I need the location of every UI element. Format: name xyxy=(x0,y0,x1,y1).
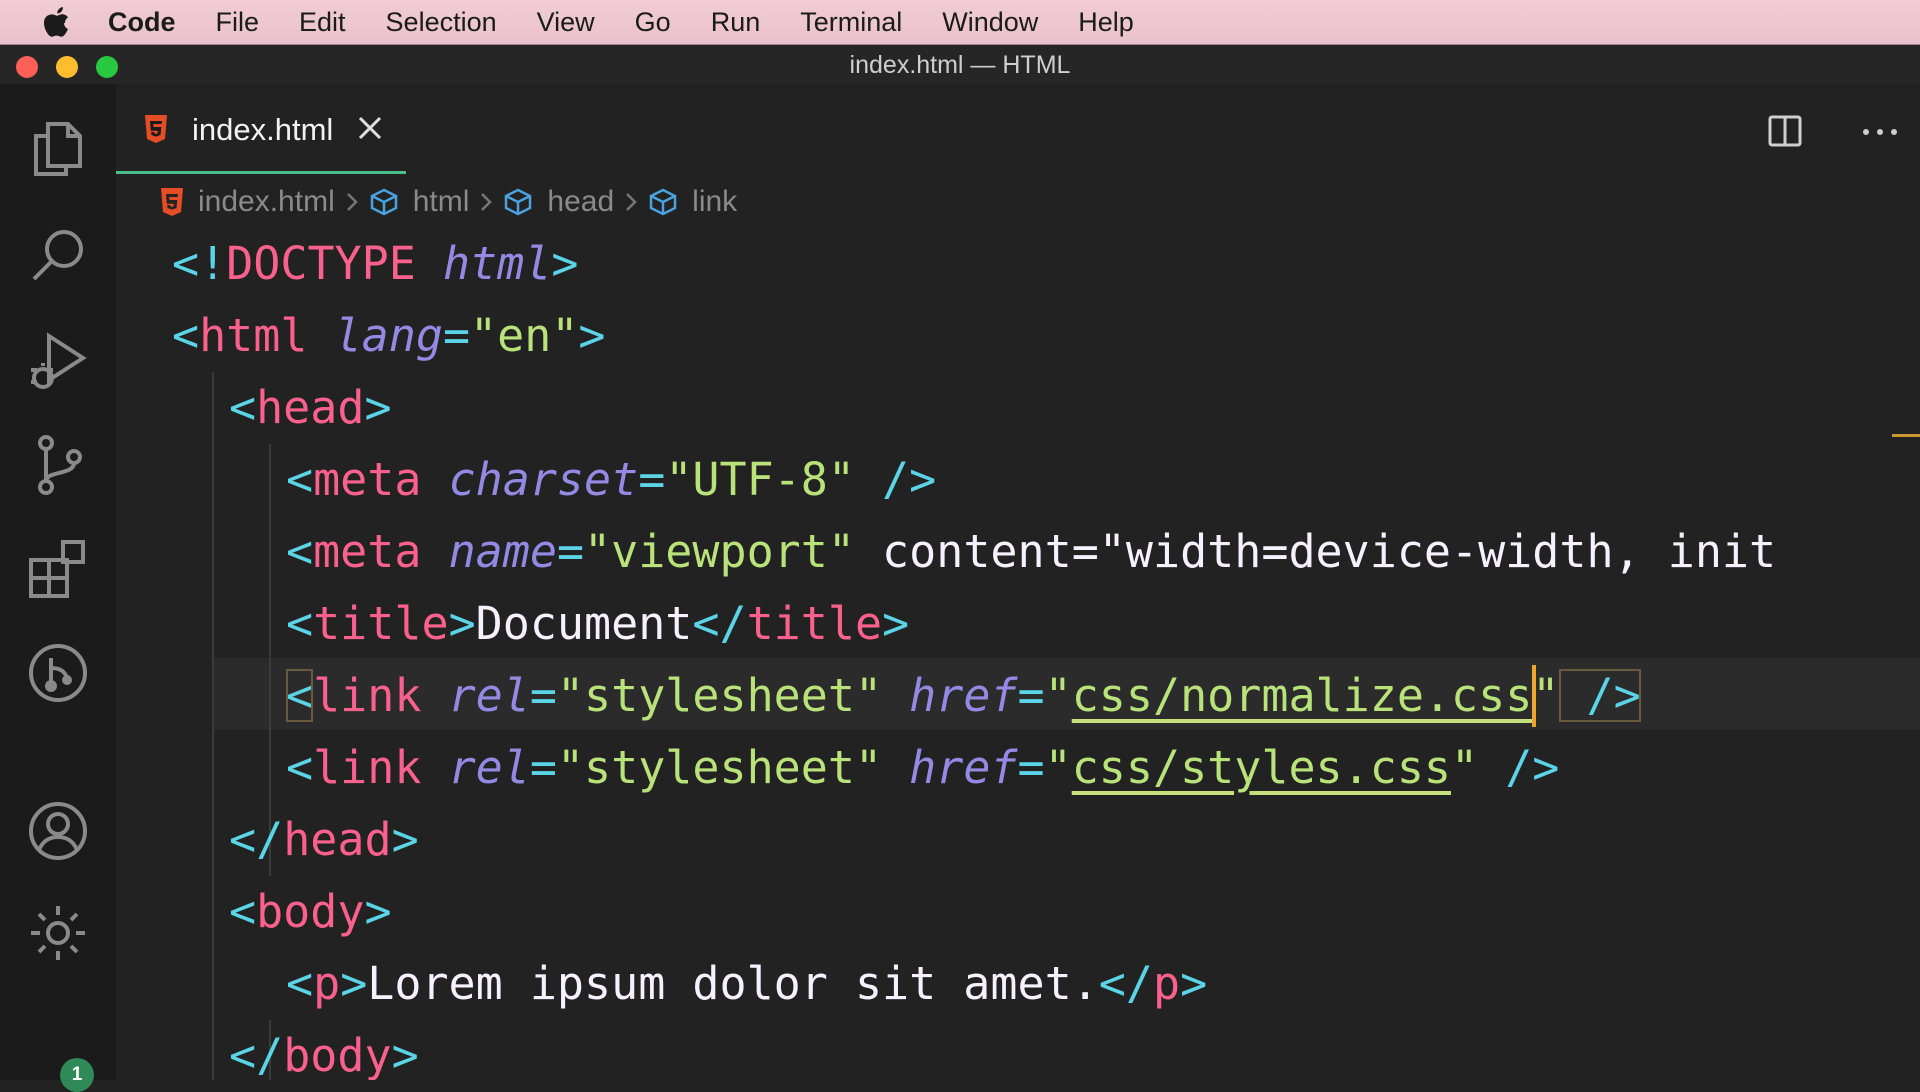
code-line[interactable]: <link rel="stylesheet" href="css/styles.… xyxy=(286,732,1559,804)
split-editor-icon[interactable] xyxy=(1768,114,1804,150)
minimize-window-button[interactable] xyxy=(56,56,78,78)
close-tab-icon[interactable] xyxy=(356,114,384,142)
account-icon[interactable] xyxy=(23,796,93,866)
activity-bar xyxy=(0,84,116,1080)
menu-help[interactable]: Help xyxy=(1078,7,1134,38)
maximize-window-button[interactable] xyxy=(96,56,118,78)
code-editor[interactable]: <!DOCTYPE html> <html lang="en"> <head> <me… xyxy=(116,228,1920,1080)
breadcrumb-file-label: index.html xyxy=(198,185,335,218)
code-line[interactable]: <meta name="viewport" content="width=dev… xyxy=(286,516,1776,588)
menu-view[interactable]: View xyxy=(537,7,595,38)
code-line[interactable]: </head> xyxy=(229,804,419,876)
overview-ruler-marker xyxy=(1892,434,1920,437)
explorer-icon[interactable] xyxy=(23,114,93,184)
menu-go[interactable]: Go xyxy=(635,7,671,38)
menu-selection[interactable]: Selection xyxy=(386,7,497,38)
code-line[interactable]: <p>Lorem ipsum dolor sit amet.</p> xyxy=(286,948,1207,1020)
breadcrumb-file[interactable]: index.html xyxy=(160,185,335,219)
settings-notification-badge: 1 xyxy=(60,1058,94,1092)
chevron-right-icon xyxy=(624,191,638,213)
menu-app-name[interactable]: Code xyxy=(108,7,176,38)
window-title-bar: index.html — HTML xyxy=(0,46,1920,84)
settings-gear-icon[interactable] xyxy=(23,898,93,968)
menu-edit[interactable]: Edit xyxy=(299,7,346,38)
chevron-right-icon xyxy=(345,191,359,213)
html5-file-icon xyxy=(144,114,168,149)
code-line[interactable]: <body> xyxy=(229,876,392,948)
code-line[interactable]: </body> xyxy=(229,1020,419,1080)
source-control-icon[interactable] xyxy=(23,430,93,500)
search-icon[interactable] xyxy=(23,220,93,290)
code-line[interactable]: <head> xyxy=(229,372,392,444)
menu-file[interactable]: File xyxy=(216,7,260,38)
text-cursor xyxy=(1532,665,1537,727)
extensions-icon[interactable] xyxy=(23,534,93,604)
git-graph-icon[interactable] xyxy=(23,638,93,708)
code-line[interactable]: <html lang="en"> xyxy=(172,300,606,372)
close-window-button[interactable] xyxy=(16,56,38,78)
breadcrumb-link[interactable]: link xyxy=(648,185,737,219)
breadcrumb-head[interactable]: head xyxy=(503,185,614,219)
code-line[interactable]: <meta charset="UTF-8" /> xyxy=(286,444,936,516)
tab-label: index.html xyxy=(192,112,334,147)
chevron-right-icon xyxy=(479,191,493,213)
tab-index-html[interactable]: index.html xyxy=(116,84,406,174)
breadcrumb: index.html html head link xyxy=(160,176,737,228)
breadcrumb-html-label: html xyxy=(412,185,470,218)
menu-window[interactable]: Window xyxy=(942,7,1038,38)
menu-terminal[interactable]: Terminal xyxy=(800,7,902,38)
symbol-element-icon xyxy=(505,188,532,216)
code-line[interactable]: <title>Document</title> xyxy=(286,588,909,660)
html5-file-icon xyxy=(161,188,183,216)
macos-menu-bar: Code File Edit Selection View Go Run Ter… xyxy=(0,0,1920,45)
symbol-element-icon xyxy=(370,188,397,216)
code-line[interactable]: <link rel="stylesheet" href="css/normali… xyxy=(286,660,1641,732)
symbol-element-icon xyxy=(649,188,677,216)
window-title: index.html — HTML xyxy=(849,50,1071,79)
run-debug-icon[interactable] xyxy=(23,326,93,396)
code-line[interactable]: <!DOCTYPE html> xyxy=(172,228,578,300)
breadcrumb-head-label: head xyxy=(547,185,615,218)
cursor-value: css/normalize.css xyxy=(1071,669,1533,722)
menu-run[interactable]: Run xyxy=(711,7,761,38)
editor-tab-bar: index.html xyxy=(116,84,1920,176)
apple-icon[interactable] xyxy=(40,6,72,38)
breadcrumb-link-label: link xyxy=(692,185,738,218)
breadcrumb-html[interactable]: html xyxy=(369,185,470,219)
indent-guide xyxy=(212,372,214,1080)
more-actions-icon[interactable] xyxy=(1860,124,1900,140)
